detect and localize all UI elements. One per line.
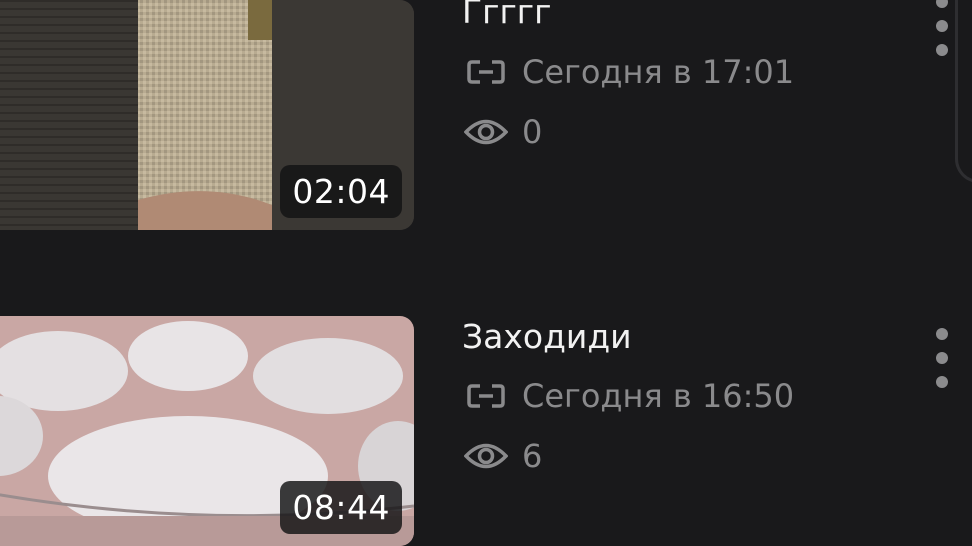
video-thumbnail[interactable]: 08:44 — [0, 316, 414, 546]
video-item[interactable]: 02:04 Ггггг Сегодня в 17:01 0 — [0, 0, 972, 230]
video-item[interactable]: 08:44 Заходиди Сегодня в 16:50 6 — [0, 316, 972, 546]
more-vertical-icon[interactable] — [926, 0, 958, 56]
video-views-row: 6 — [464, 434, 542, 478]
video-views: 0 — [522, 113, 543, 151]
video-date-row: Сегодня в 17:01 — [464, 50, 794, 94]
video-views: 6 — [522, 437, 543, 475]
video-date-row: Сегодня в 16:50 — [464, 374, 794, 418]
more-vertical-icon[interactable] — [926, 328, 958, 388]
menu-dot — [936, 328, 948, 340]
video-date: Сегодня в 17:01 — [522, 53, 795, 91]
link-icon — [464, 376, 508, 416]
menu-dot — [936, 0, 948, 8]
video-thumbnail[interactable]: 02:04 — [0, 0, 414, 230]
menu-dot — [936, 376, 948, 388]
link-icon — [464, 52, 508, 92]
menu-dot — [936, 352, 948, 364]
video-list-screen: 02:04 Ггггг Сегодня в 17:01 0 08:44 Захо… — [0, 0, 972, 546]
eye-icon — [464, 112, 508, 152]
duration-badge: 02:04 — [280, 165, 402, 218]
menu-dot — [936, 20, 948, 32]
video-date: Сегодня в 16:50 — [522, 377, 795, 415]
eye-icon — [464, 436, 508, 476]
menu-dot — [936, 44, 948, 56]
video-title[interactable]: Заходиди — [462, 317, 632, 357]
duration-badge: 08:44 — [280, 481, 402, 534]
video-views-row: 0 — [464, 110, 542, 154]
video-title[interactable]: Ггггг — [462, 0, 551, 32]
